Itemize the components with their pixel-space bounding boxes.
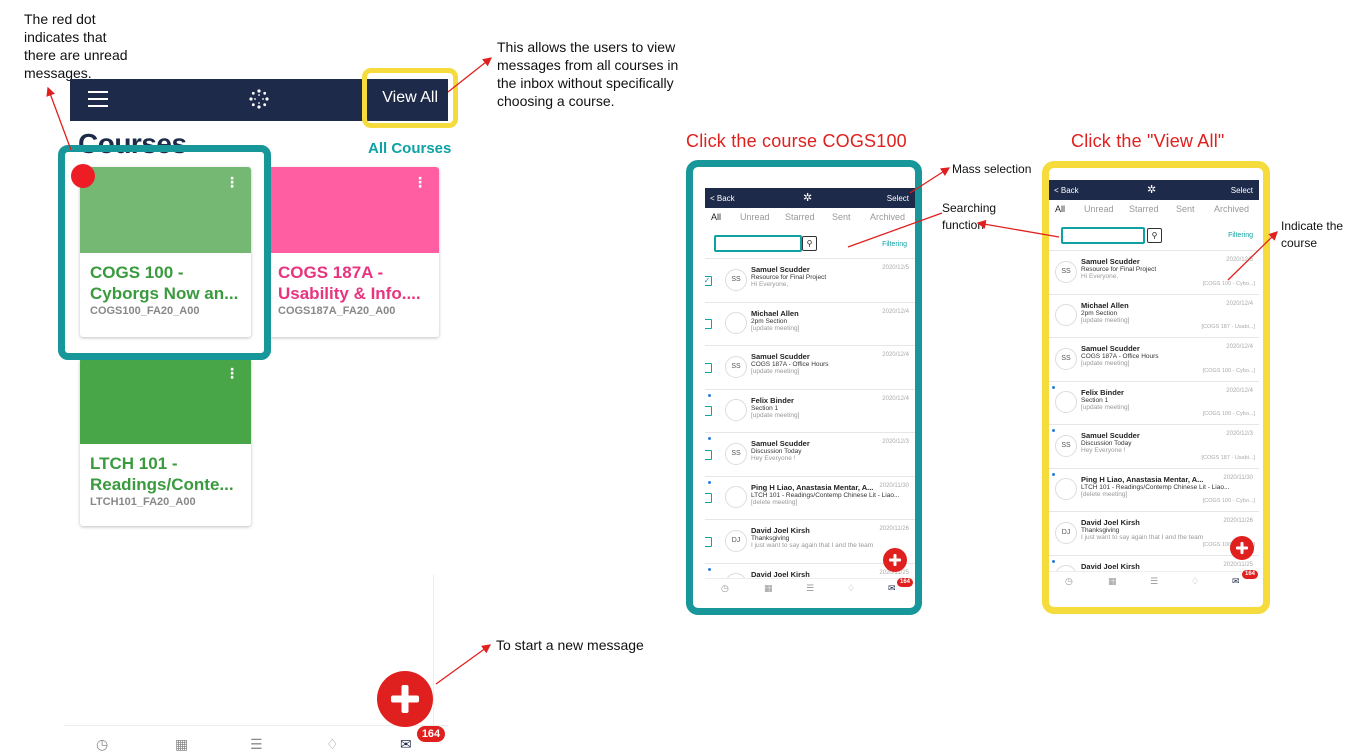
select-checkbox[interactable] xyxy=(705,536,712,547)
unread-indicator xyxy=(708,480,711,484)
select-checkbox[interactable] xyxy=(705,493,712,504)
unread-indicator xyxy=(708,393,711,397)
select-checkbox[interactable] xyxy=(705,406,712,417)
select-checkbox[interactable]: ✓ xyxy=(705,275,712,286)
unread-indicator xyxy=(708,437,711,440)
annotation-arrows-right xyxy=(847,167,1278,281)
unread-indicator xyxy=(708,567,711,571)
select-checkbox[interactable] xyxy=(705,449,712,460)
select-checkbox[interactable] xyxy=(705,362,712,373)
select-checkbox[interactable] xyxy=(705,319,712,330)
annotation-arrows-left xyxy=(46,57,493,685)
